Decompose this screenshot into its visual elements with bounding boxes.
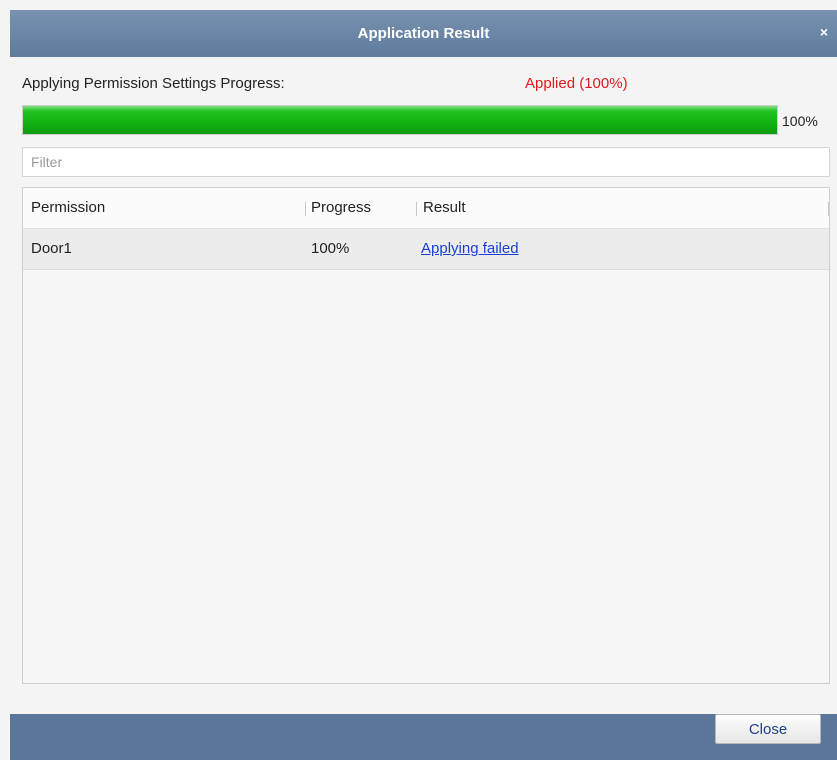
- filter-input[interactable]: [22, 147, 830, 177]
- column-divider[interactable]: [828, 202, 829, 216]
- dialog-body: Applying Permission Settings Progress: A…: [10, 57, 837, 714]
- progress-bar-fill: [23, 106, 777, 134]
- progress-label: Applying Permission Settings Progress:: [22, 75, 285, 92]
- column-header-result[interactable]: Result: [423, 188, 466, 228]
- title-bar: Application Result ×: [10, 10, 837, 57]
- progress-percent: 100%: [782, 113, 818, 129]
- column-divider[interactable]: [416, 202, 417, 216]
- permission-table: Permission Progress Result Door1 100% Ap…: [22, 187, 830, 684]
- cell-permission: Door1: [31, 240, 72, 257]
- column-header-permission[interactable]: Permission: [31, 188, 105, 228]
- column-header-progress[interactable]: Progress: [311, 188, 371, 228]
- application-result-dialog: Application Result × Applying Permission…: [0, 0, 837, 760]
- cell-progress: 100%: [311, 240, 350, 257]
- result-link[interactable]: Applying failed: [421, 229, 519, 269]
- progress-status: Applied (100%): [525, 75, 628, 92]
- dialog-title: Application Result: [357, 25, 490, 42]
- table-row[interactable]: Door1 100% Applying failed: [23, 229, 829, 270]
- close-button[interactable]: Close: [715, 714, 821, 744]
- progress-bar: [22, 105, 778, 135]
- close-icon[interactable]: ×: [817, 24, 831, 40]
- table-header: Permission Progress Result: [23, 188, 829, 229]
- column-divider[interactable]: [305, 202, 306, 216]
- dialog-footer: [10, 714, 837, 760]
